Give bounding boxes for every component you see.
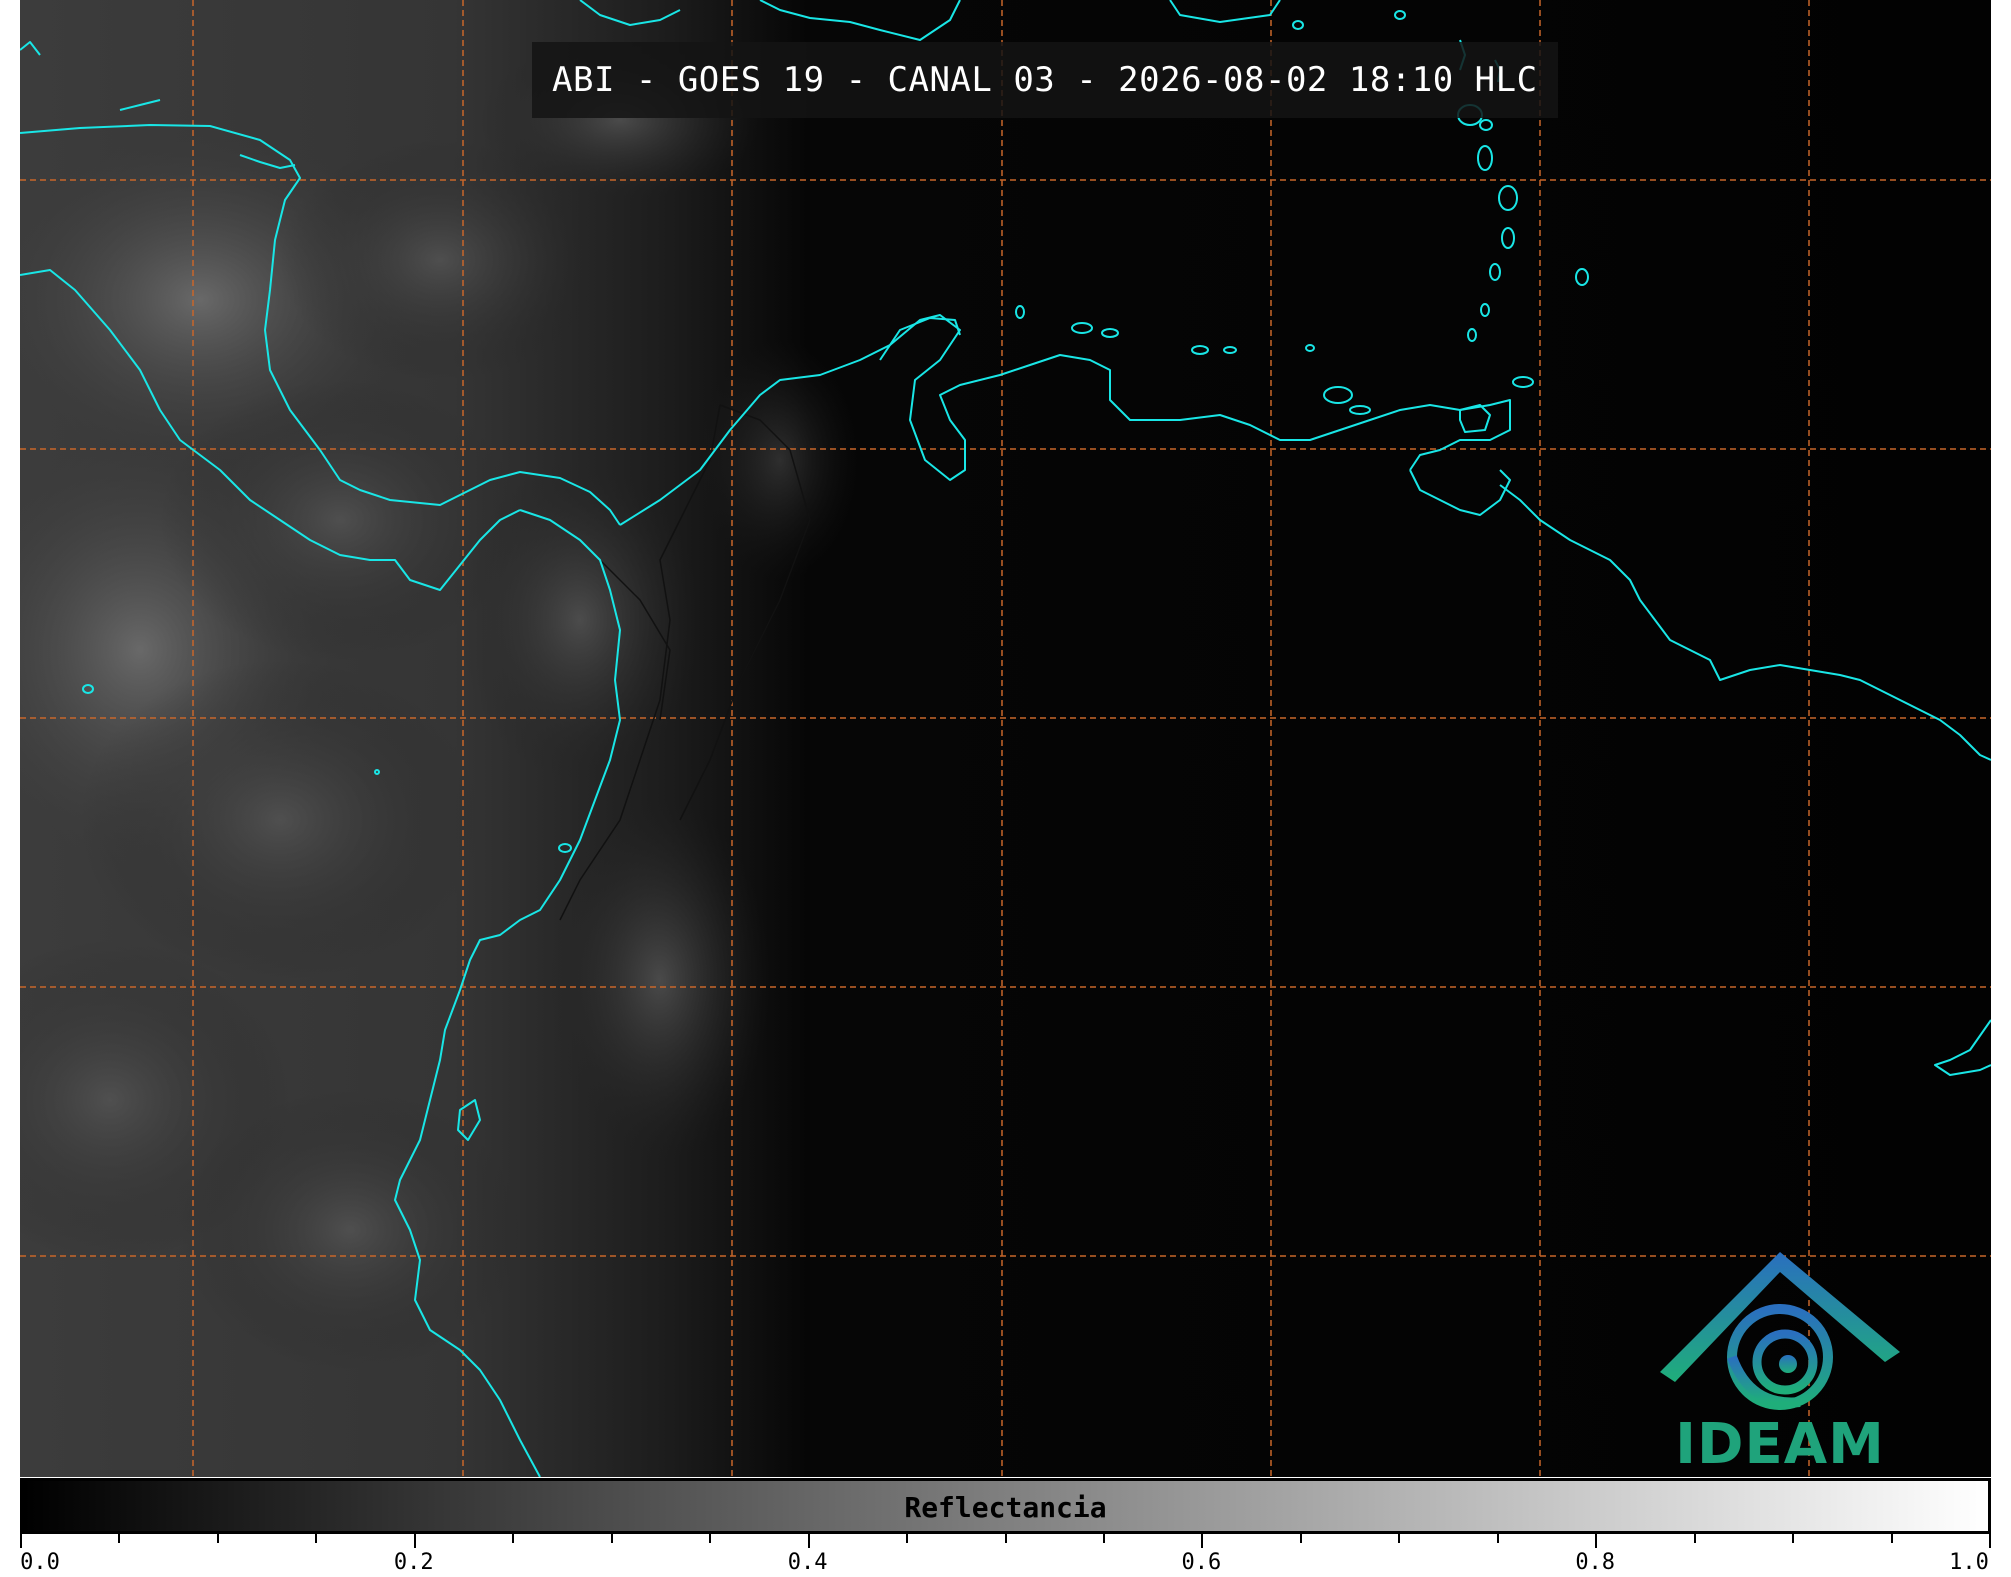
colorbar-minor-tick bbox=[906, 1534, 909, 1543]
ideam-logo: IDEAM bbox=[1660, 1252, 1900, 1477]
colorbar: Reflectancia bbox=[20, 1478, 1991, 1534]
colorbar-minor-tick bbox=[1890, 1534, 1893, 1543]
colorbar-major-tick bbox=[1989, 1534, 1991, 1548]
colorbar-minor-tick bbox=[709, 1534, 712, 1543]
colorbar-major-tick bbox=[1595, 1534, 1598, 1548]
colorbar-major-tick bbox=[20, 1534, 22, 1548]
colorbar-tick-label: 0.4 bbox=[787, 1550, 828, 1575]
colorbar-minor-tick bbox=[1496, 1534, 1499, 1543]
colorbar-minor-tick bbox=[118, 1534, 121, 1543]
colorbar-minor-tick bbox=[1693, 1534, 1696, 1543]
colorbar-minor-tick bbox=[1102, 1534, 1105, 1543]
colorbar-major-tick bbox=[807, 1534, 810, 1548]
colorbar-major-tick bbox=[413, 1534, 416, 1548]
colorbar-major-tick bbox=[1201, 1534, 1204, 1548]
logo-text: IDEAM bbox=[1675, 1412, 1885, 1477]
colorbar-tick-label: 0.6 bbox=[1181, 1550, 1222, 1575]
colorbar-tick-label: 0.2 bbox=[393, 1550, 434, 1575]
colorbar-tick-label: 0.0 bbox=[20, 1550, 60, 1575]
colorbar-minor-tick bbox=[1004, 1534, 1007, 1543]
colorbar-minor-tick bbox=[1299, 1534, 1302, 1543]
colorbar-minor-tick bbox=[315, 1534, 318, 1543]
colorbar-minor-tick bbox=[216, 1534, 219, 1543]
colorbar-tick-label: 1.0 bbox=[1949, 1550, 1989, 1575]
colorbar-tick-label: 0.8 bbox=[1575, 1550, 1616, 1575]
colorbar-label: Reflectancia bbox=[904, 1491, 1107, 1524]
colorbar-minor-tick bbox=[610, 1534, 613, 1543]
colorbar-minor-tick bbox=[1792, 1534, 1795, 1543]
colorbar-minor-tick bbox=[1398, 1534, 1401, 1543]
colorbar-minor-tick bbox=[512, 1534, 515, 1543]
map-title: ABI - GOES 19 - CANAL 03 - 2026-08-02 18… bbox=[532, 42, 1558, 118]
ideam-emblem-icon bbox=[1660, 1252, 1900, 1410]
colorbar-ticks: 0.0 0.2 0.4 0.6 0.8 1.0 bbox=[20, 1534, 1991, 1577]
satellite-map: ABI - GOES 19 - CANAL 03 - 2026-08-02 18… bbox=[20, 0, 1991, 1477]
